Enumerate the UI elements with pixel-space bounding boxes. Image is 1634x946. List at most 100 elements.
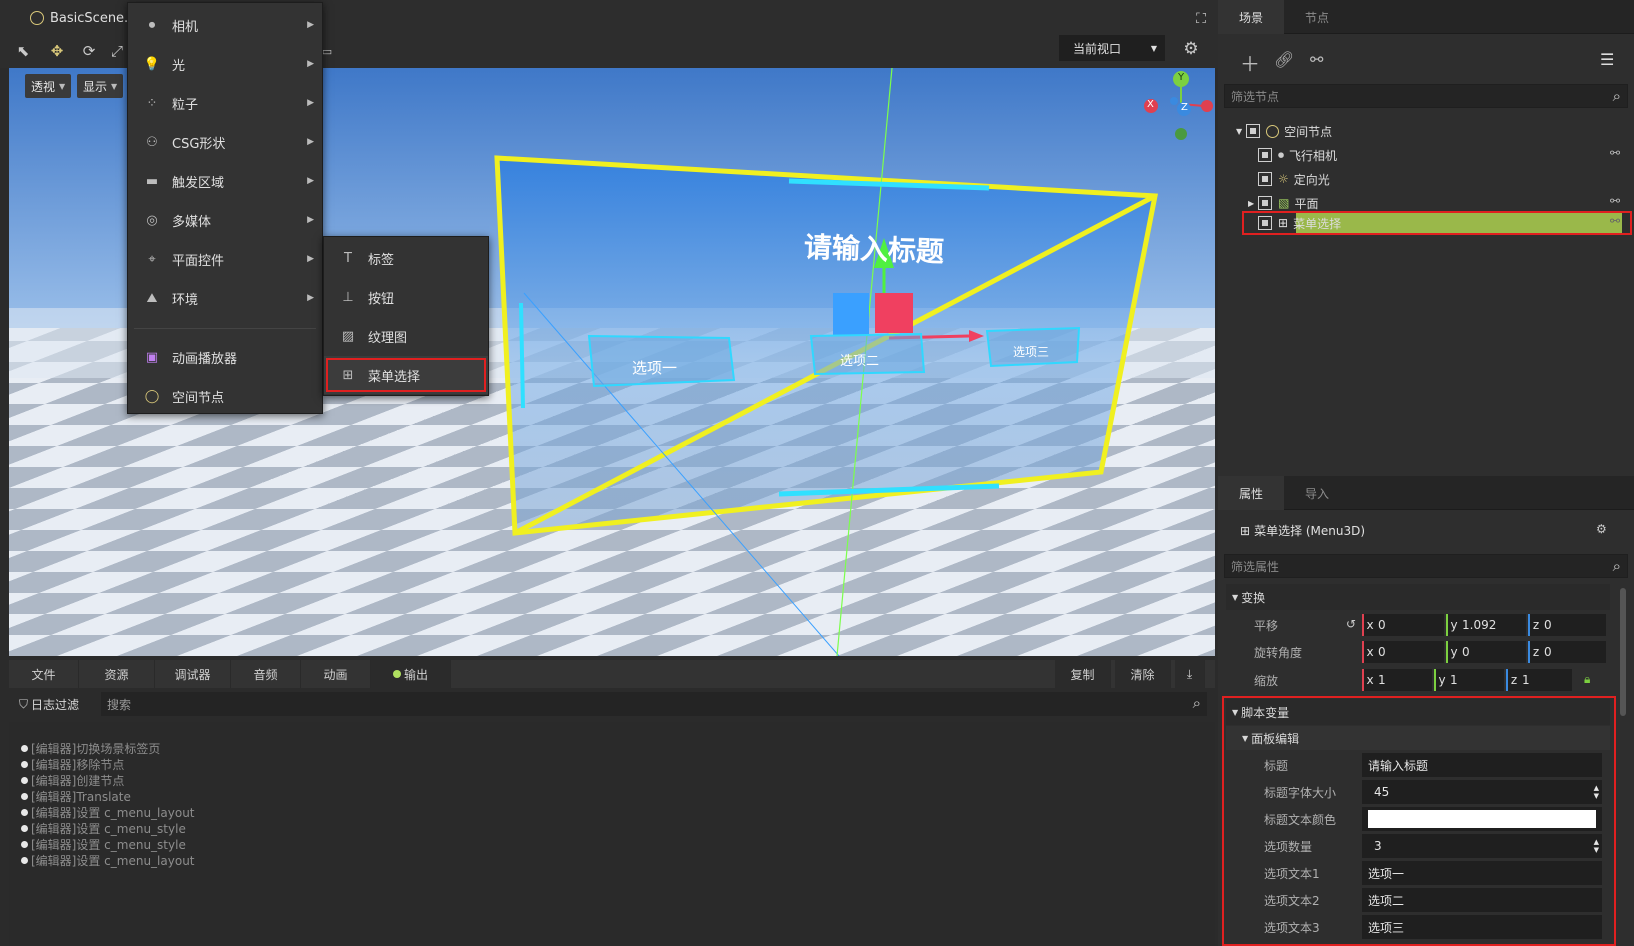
menu-item-label: 触发区域 bbox=[172, 175, 225, 191]
spatial-node-icon bbox=[1266, 124, 1280, 138]
tab-node[interactable]: 节点 bbox=[1284, 0, 1350, 34]
menu-item-environment[interactable]: ⛰ 环境 ▶ bbox=[128, 279, 322, 317]
inspector-node-title: ⊞ 菜单选择 (Menu3D) bbox=[1240, 522, 1365, 539]
download-icon[interactable]: ⤓ bbox=[1175, 660, 1205, 688]
menu-item-particle[interactable]: ⁘ 粒子 ▶ bbox=[128, 84, 322, 122]
script-icon[interactable]: ⚯ bbox=[1610, 214, 1620, 228]
translation-y-field[interactable]: y 1.092 bbox=[1446, 614, 1526, 636]
scale-y-field[interactable]: y1 bbox=[1434, 669, 1504, 691]
submenu-item-menu-select[interactable]: ⊞ 菜单选择 bbox=[324, 356, 488, 394]
submenu-item-button[interactable]: ⊥ 按钮 bbox=[324, 278, 488, 316]
menu-item-camera[interactable]: ⏺ 相机 ▶ bbox=[128, 6, 322, 44]
field-option-text1-value: 选项一 bbox=[1368, 866, 1405, 881]
scale-z-field[interactable]: z1 bbox=[1506, 669, 1572, 691]
tab-scene[interactable]: 场景 bbox=[1218, 0, 1284, 34]
field-text-color-input[interactable] bbox=[1362, 807, 1602, 831]
select-tool-icon[interactable]: ⬉ bbox=[12, 40, 34, 62]
field-option-text3-input[interactable]: 选项三 bbox=[1362, 915, 1602, 939]
script-icon[interactable]: ⚯ bbox=[1610, 194, 1620, 208]
tab-files[interactable]: 文件 bbox=[9, 660, 79, 688]
tab-debugger[interactable]: 调试器 bbox=[155, 660, 231, 688]
menu-icon[interactable]: ☰ bbox=[1600, 50, 1614, 69]
move-tool-icon[interactable]: ✥ bbox=[46, 40, 68, 62]
log-filter-button[interactable]: ⛉ 日志过滤 bbox=[19, 694, 79, 714]
visibility-icon[interactable] bbox=[1246, 124, 1261, 138]
field-title-input[interactable]: 请输入标题 bbox=[1362, 753, 1602, 777]
menu-item-spatial-node[interactable]: ◯ 空间节点 bbox=[128, 377, 322, 415]
tree-node-spatial[interactable]: ▼ 空间节点 bbox=[1236, 120, 1332, 142]
menu-item-animation-player[interactable]: ▣ 动画播放器 bbox=[128, 338, 322, 376]
tab-import[interactable]: 导入 bbox=[1284, 476, 1350, 510]
axis-x-label: x bbox=[1366, 645, 1374, 659]
rotation-y-field[interactable]: y0 bbox=[1446, 641, 1526, 663]
spinner-icon[interactable]: ▲ ▼ bbox=[1594, 838, 1599, 854]
translation-z-field[interactable]: z0 bbox=[1528, 614, 1606, 636]
tab-animation[interactable]: 动画 bbox=[301, 660, 371, 688]
submenu-item-label[interactable]: T 标签 bbox=[324, 239, 488, 277]
menu-item-csg[interactable]: ⚇ CSG形状 ▶ bbox=[128, 123, 322, 161]
menu-item-trigger[interactable]: ▬ 触发区域 ▶ bbox=[128, 162, 322, 200]
menu-item-plane-control[interactable]: ⌖ 平面控件 ▶ bbox=[128, 240, 322, 278]
rotation-z-field[interactable]: z0 bbox=[1528, 641, 1606, 663]
visibility-icon[interactable] bbox=[1258, 148, 1272, 162]
current-view-dropdown[interactable]: 当前视口 ▼ bbox=[1059, 35, 1165, 61]
script-icon[interactable]: ⚯ bbox=[1310, 50, 1323, 69]
expand-arrow-icon[interactable]: ▶ bbox=[1248, 199, 1254, 208]
rotation-x-field[interactable]: x0 bbox=[1362, 641, 1444, 663]
lock-icon[interactable]: 🔒︎ bbox=[1584, 672, 1590, 687]
inspector-scrollbar[interactable] bbox=[1620, 588, 1626, 716]
viewport-settings-icon[interactable]: ⚙ bbox=[1180, 38, 1202, 60]
field-option-count-value: 3 bbox=[1374, 839, 1382, 853]
panel-edit-section-header[interactable]: ▼ 面板编辑 bbox=[1226, 726, 1610, 750]
log-search-input[interactable]: 搜索 ⌕ bbox=[101, 692, 1207, 716]
tree-node-directional-light[interactable]: ☼ 定向光 bbox=[1258, 168, 1330, 190]
menu-item-label: 环境 bbox=[172, 292, 199, 308]
property-filter-input[interactable]: 筛选属性 ⌕ bbox=[1224, 554, 1628, 578]
menu-item-light[interactable]: 💡 光 ▶ bbox=[128, 45, 322, 83]
tree-node-fly-camera[interactable]: ⏺ 飞行相机 bbox=[1258, 144, 1337, 166]
copy-button[interactable]: 复制 bbox=[1055, 660, 1111, 688]
tab-output[interactable]: 输出 bbox=[371, 660, 451, 688]
visibility-icon[interactable] bbox=[1258, 196, 1273, 210]
field-option-text3-label: 选项文本3 bbox=[1264, 921, 1320, 935]
visibility-icon[interactable] bbox=[1258, 172, 1272, 186]
submenu-item-texture[interactable]: ▨ 纹理图 bbox=[324, 317, 488, 355]
link-icon[interactable]: 🔗︎ bbox=[1274, 50, 1294, 69]
csg-icon: ⚇ bbox=[146, 134, 158, 150]
perspective-dropdown[interactable]: 透视 ▼ bbox=[25, 74, 72, 98]
focus-icon[interactable]: ⛶ bbox=[1190, 8, 1212, 30]
tab-output-label: 输出 bbox=[403, 667, 428, 682]
script-vars-section-header[interactable]: ▼ 脚本变量 bbox=[1226, 699, 1610, 725]
field-option-text3-row: 选项文本3 选项三 bbox=[1218, 914, 1634, 940]
rotate-tool-icon[interactable]: ⟳ bbox=[78, 40, 100, 62]
expand-arrow-icon[interactable]: ▼ bbox=[1236, 127, 1242, 136]
menu-item-media[interactable]: ◎ 多媒体 ▶ bbox=[128, 201, 322, 239]
add-node-icon[interactable]: ＋ bbox=[1240, 48, 1260, 77]
scale-tool-icon[interactable]: ⤢ bbox=[106, 40, 128, 62]
field-option-text1-row: 选项文本1 选项一 bbox=[1218, 860, 1634, 886]
visibility-icon[interactable] bbox=[1258, 216, 1272, 230]
tab-assets[interactable]: 资源 bbox=[79, 660, 155, 688]
translation-x-field[interactable]: x0 bbox=[1362, 614, 1444, 636]
media-icon: ◎ bbox=[146, 212, 158, 228]
tab-audio[interactable]: 音频 bbox=[231, 660, 301, 688]
plane-control-icon: ⌖ bbox=[148, 251, 156, 267]
clear-button[interactable]: 清除 bbox=[1115, 660, 1171, 688]
reset-icon[interactable]: ↺ bbox=[1346, 617, 1356, 631]
spinner-icon[interactable]: ▲ ▼ bbox=[1594, 784, 1599, 800]
node-filter-input[interactable]: 筛选节点 ⌕ bbox=[1224, 84, 1628, 108]
object-settings-icon[interactable]: ⚙ bbox=[1596, 522, 1607, 536]
tree-node-menu-select[interactable]: ⊞ 菜单选择 bbox=[1258, 212, 1341, 234]
log-entry: [编辑器]设置 c_menu_style bbox=[21, 836, 186, 853]
tab-properties[interactable]: 属性 bbox=[1218, 476, 1284, 510]
scale-x-field[interactable]: x1 bbox=[1362, 669, 1432, 691]
field-option-text1-input[interactable]: 选项一 bbox=[1362, 861, 1602, 885]
script-icon[interactable]: ⚯ bbox=[1610, 146, 1620, 160]
field-font-size-input[interactable]: 45 ▲ ▼ bbox=[1362, 780, 1602, 804]
transform-section-header[interactable]: ▼ 变换 bbox=[1226, 584, 1610, 610]
field-option-count-input[interactable]: 3 ▲ ▼ bbox=[1362, 834, 1602, 858]
menu-item-label: 多媒体 bbox=[172, 214, 212, 230]
field-option-text2-input[interactable]: 选项二 bbox=[1362, 888, 1602, 912]
display-dropdown[interactable]: 显示 ▼ bbox=[77, 74, 124, 98]
chevron-down-icon: ▼ bbox=[1150, 43, 1157, 53]
